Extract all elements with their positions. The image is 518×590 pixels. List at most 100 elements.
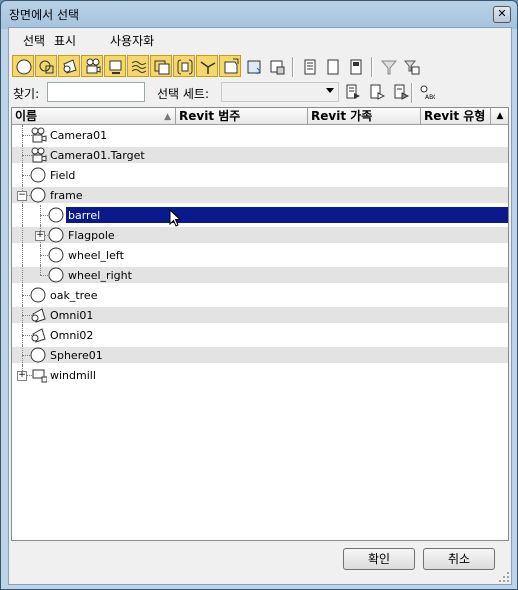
menu-select[interactable]: 선택 — [23, 32, 45, 49]
window-title: 장면에서 선택 — [9, 8, 80, 22]
bone-icon — [200, 61, 216, 74]
header-scroll-up-icon[interactable]: ▲ — [492, 108, 508, 124]
filter-toggle-helper[interactable] — [104, 55, 126, 77]
object-name: Omni01 — [50, 309, 94, 322]
helper-icon — [32, 369, 47, 383]
mouse-cursor-icon — [169, 209, 182, 227]
select-all-icon — [304, 59, 316, 75]
tree-row[interactable]: barrel — [12, 205, 508, 225]
tree-row[interactable]: Camera01.Target — [12, 145, 508, 165]
select-none-icon — [327, 59, 339, 75]
column-name[interactable]: 이름 ▲ — [12, 108, 176, 124]
tree-row[interactable]: Omni01 — [12, 305, 508, 325]
tree-row[interactable]: Camera01 — [12, 125, 508, 145]
tree-row[interactable]: − frame — [12, 185, 508, 205]
selection-highlight — [66, 207, 508, 223]
select-invert-icon[interactable] — [393, 84, 410, 103]
ok-button[interactable]: 확인 — [343, 548, 415, 570]
object-name: Camera01 — [50, 129, 108, 142]
tree-row[interactable]: + windmill — [12, 365, 508, 385]
select-all-button[interactable] — [298, 55, 320, 77]
filter-toggle-camera[interactable] — [81, 55, 103, 77]
tree-guide-line — [22, 265, 23, 285]
object-name: Field — [50, 169, 76, 182]
tree-guide-line — [22, 225, 23, 245]
sphere-icon — [48, 267, 64, 283]
filter-toggle-group[interactable] — [150, 55, 172, 77]
select-from-scene-dialog: 장면에서 선택 ✕ 선택 표시 사용자화 찾기: 선택 세트: AB 이름 ▲ … — [0, 0, 518, 590]
tree-row[interactable]: Omni02 — [12, 325, 508, 345]
hidden-icon — [270, 60, 285, 75]
filter-toggle-frozen[interactable] — [242, 55, 264, 77]
filter-settings-button[interactable] — [400, 55, 422, 77]
resize-grip-icon[interactable] — [498, 571, 510, 583]
light-icon — [31, 308, 46, 323]
sphere-icon — [30, 287, 46, 303]
list-header: 이름 ▲ Revit 범주 Revit 가족 Revit 유형 ▲ — [12, 108, 508, 125]
collapse-icon[interactable]: − — [17, 191, 27, 201]
dialog-client: 선택 표시 사용자화 찾기: 선택 세트: ABC — [8, 27, 512, 585]
light-icon — [63, 59, 77, 74]
select-none-button[interactable] — [321, 55, 343, 77]
select-none-icon[interactable] — [369, 84, 386, 103]
group-icon — [154, 60, 170, 75]
tree-row[interactable]: wheel_right — [12, 265, 508, 285]
filter-toggle-hidden[interactable] — [265, 55, 287, 77]
object-name: Sphere01 — [50, 349, 103, 362]
spacewarp-icon — [131, 61, 147, 73]
object-name: Flagpole — [68, 229, 115, 242]
column-revit-type[interactable]: Revit 유형 — [421, 108, 491, 124]
tree-row[interactable]: + Flagpole — [12, 225, 508, 245]
object-name: Camera01.Target — [50, 149, 145, 162]
xref-icon — [177, 59, 193, 75]
tree-row[interactable]: Sphere01 — [12, 345, 508, 365]
sort-icon: ▲ — [164, 112, 171, 122]
tree-row[interactable]: Field — [12, 165, 508, 185]
spell-check-icon[interactable]: ABC — [419, 84, 437, 103]
dialog-footer: 확인 취소 — [9, 542, 511, 584]
filter-toggle-container[interactable] — [219, 55, 241, 77]
filter-toggle-bone[interactable] — [196, 55, 218, 77]
filter-toggle-geometry[interactable] — [12, 55, 34, 77]
container-icon — [224, 58, 239, 74]
title-bar[interactable]: 장면에서 선택 ✕ — [1, 1, 517, 27]
find-input[interactable] — [47, 82, 145, 102]
menu-customize[interactable]: 사용자화 — [110, 32, 154, 49]
cancel-button[interactable]: 취소 — [423, 548, 495, 570]
selection-set-label: 선택 세트: — [157, 87, 210, 101]
filter-toggle-xref[interactable] — [173, 55, 195, 77]
camera-icon — [31, 127, 47, 143]
object-name: frame — [50, 189, 83, 202]
select-all-icon[interactable] — [345, 84, 361, 103]
tree-guide-line — [22, 205, 23, 225]
menu-display[interactable]: 표시 — [54, 32, 76, 49]
expand-icon[interactable]: + — [35, 231, 45, 241]
select-invert-button[interactable] — [344, 55, 366, 77]
menu-bar: 선택 표시 사용자화 — [9, 28, 511, 50]
sphere-icon — [30, 167, 46, 183]
expand-icon[interactable]: + — [17, 371, 27, 381]
selection-set-dropdown[interactable] — [221, 82, 339, 102]
camera-icon — [86, 58, 101, 74]
toolbar-separator — [411, 83, 413, 103]
object-name: oak_tree — [50, 289, 98, 302]
object-name: wheel_left — [68, 249, 124, 262]
tree-guide-line — [40, 265, 41, 275]
svg-text:ABC: ABC — [425, 94, 435, 100]
close-button[interactable]: ✕ — [493, 6, 511, 23]
filter-button[interactable] — [377, 55, 399, 77]
sphere-icon — [48, 207, 64, 223]
camera-icon — [31, 147, 47, 163]
column-revit-family[interactable]: Revit 가족 — [308, 108, 421, 124]
filter-toggle-shape[interactable] — [35, 55, 57, 77]
column-revit-category[interactable]: Revit 범주 — [176, 108, 308, 124]
shape-icon — [39, 60, 54, 74]
filter-toggle-light[interactable] — [58, 55, 80, 77]
sphere-icon — [30, 187, 46, 203]
tree-row[interactable]: wheel_left — [12, 245, 508, 265]
filter-toggle-spacewarp[interactable] — [127, 55, 149, 77]
toolbar-separator — [371, 57, 373, 77]
scene-object-list[interactable]: 이름 ▲ Revit 범주 Revit 가족 Revit 유형 ▲ Camera0… — [11, 107, 509, 541]
object-name: wheel_right — [68, 269, 132, 282]
tree-row[interactable]: oak_tree — [12, 285, 508, 305]
